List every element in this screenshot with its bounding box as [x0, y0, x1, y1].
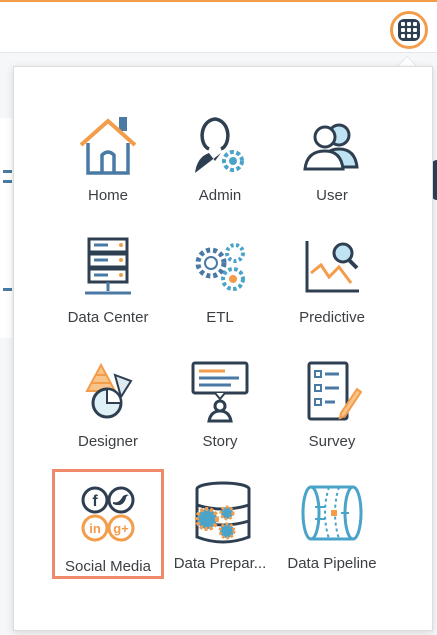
admin-icon: [195, 117, 244, 173]
background-mark: [3, 288, 12, 291]
data-center-icon: [85, 237, 131, 295]
apps-grid-icon: [398, 19, 420, 41]
svg-text:f: f: [92, 493, 98, 510]
menu-item-label: ETL: [206, 309, 234, 326]
home-icon: [79, 117, 137, 175]
menu-item-social-media[interactable]: f in g+ Social Media: [52, 469, 164, 579]
menu-item-label: Predictive: [299, 309, 365, 326]
apps-menu-button[interactable]: [390, 11, 428, 49]
social-media-icon: f in g+: [81, 486, 135, 542]
menu-item-label: User: [316, 187, 348, 204]
menu-item-user[interactable]: User: [276, 101, 388, 211]
menu-item-label: Designer: [77, 433, 139, 450]
menu-item-story[interactable]: Story: [164, 347, 276, 457]
designer-icon: [85, 362, 133, 419]
background-mark: [3, 170, 12, 173]
menu-item-predictive[interactable]: Predictive: [276, 223, 388, 333]
menu-item-data-center[interactable]: Data Center: [52, 223, 164, 333]
menu-item-label: Data Prepar...: [173, 555, 267, 572]
data-pipeline-icon: [301, 485, 363, 541]
menu-item-etl[interactable]: ETL: [164, 223, 276, 333]
apps-menu-panel: Home Admin User Data Center ETL Predicti…: [13, 66, 433, 631]
menu-item-label: Survey: [308, 433, 356, 450]
svg-text:g+: g+: [113, 521, 129, 536]
menu-item-designer[interactable]: Designer: [52, 347, 164, 457]
background-strip: [0, 118, 12, 338]
menu-item-data-pipeline[interactable]: Data Pipeline: [276, 469, 388, 579]
survey-icon: [307, 361, 363, 421]
story-icon: [191, 361, 249, 423]
data-preparation-icon: [195, 481, 251, 544]
menu-item-label: Data Pipeline: [287, 555, 377, 572]
menu-item-label: Social Media: [65, 558, 151, 575]
top-bar-divider: [0, 52, 437, 53]
menu-item-data-preparation[interactable]: Data Prepar...: [164, 469, 276, 579]
menu-item-home[interactable]: Home: [52, 101, 164, 211]
svg-text:in: in: [89, 521, 101, 536]
top-bar: [0, 0, 437, 52]
etl-icon: [195, 243, 245, 291]
user-icon: [303, 123, 359, 171]
menu-item-label: Home: [87, 187, 128, 204]
menu-item-label: Data Center: [67, 309, 149, 326]
background-mark: [3, 180, 12, 183]
menu-item-label: Admin: [198, 187, 242, 204]
menu-item-admin[interactable]: Admin: [164, 101, 276, 211]
predictive-icon: [305, 241, 359, 293]
menu-item-label: Story: [202, 433, 238, 450]
menu-item-survey[interactable]: Survey: [276, 347, 388, 457]
